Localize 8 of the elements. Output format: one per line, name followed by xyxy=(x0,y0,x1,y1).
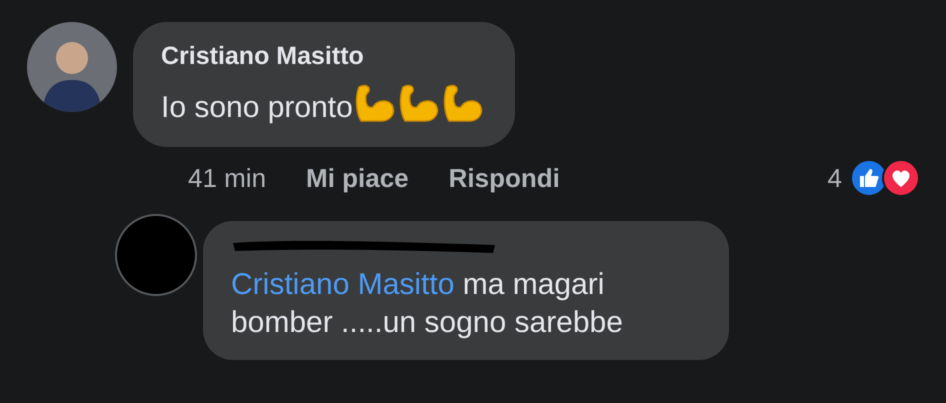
action-link[interactable]: Rispondi xyxy=(448,162,560,194)
action-link[interactable]: Mi piace xyxy=(306,162,409,194)
mention-link[interactable]: Cristiano Masitto xyxy=(231,268,454,301)
reaction-count: 4 xyxy=(828,162,842,194)
reply-text: Cristiano Masitto ma magari bomber .....un sogno sarebbe xyxy=(231,267,624,341)
comment-text: Io sono pronto xyxy=(161,91,353,125)
comment-time: 41 min xyxy=(188,162,266,194)
comment-author: Cristiano Masitto xyxy=(161,42,365,71)
